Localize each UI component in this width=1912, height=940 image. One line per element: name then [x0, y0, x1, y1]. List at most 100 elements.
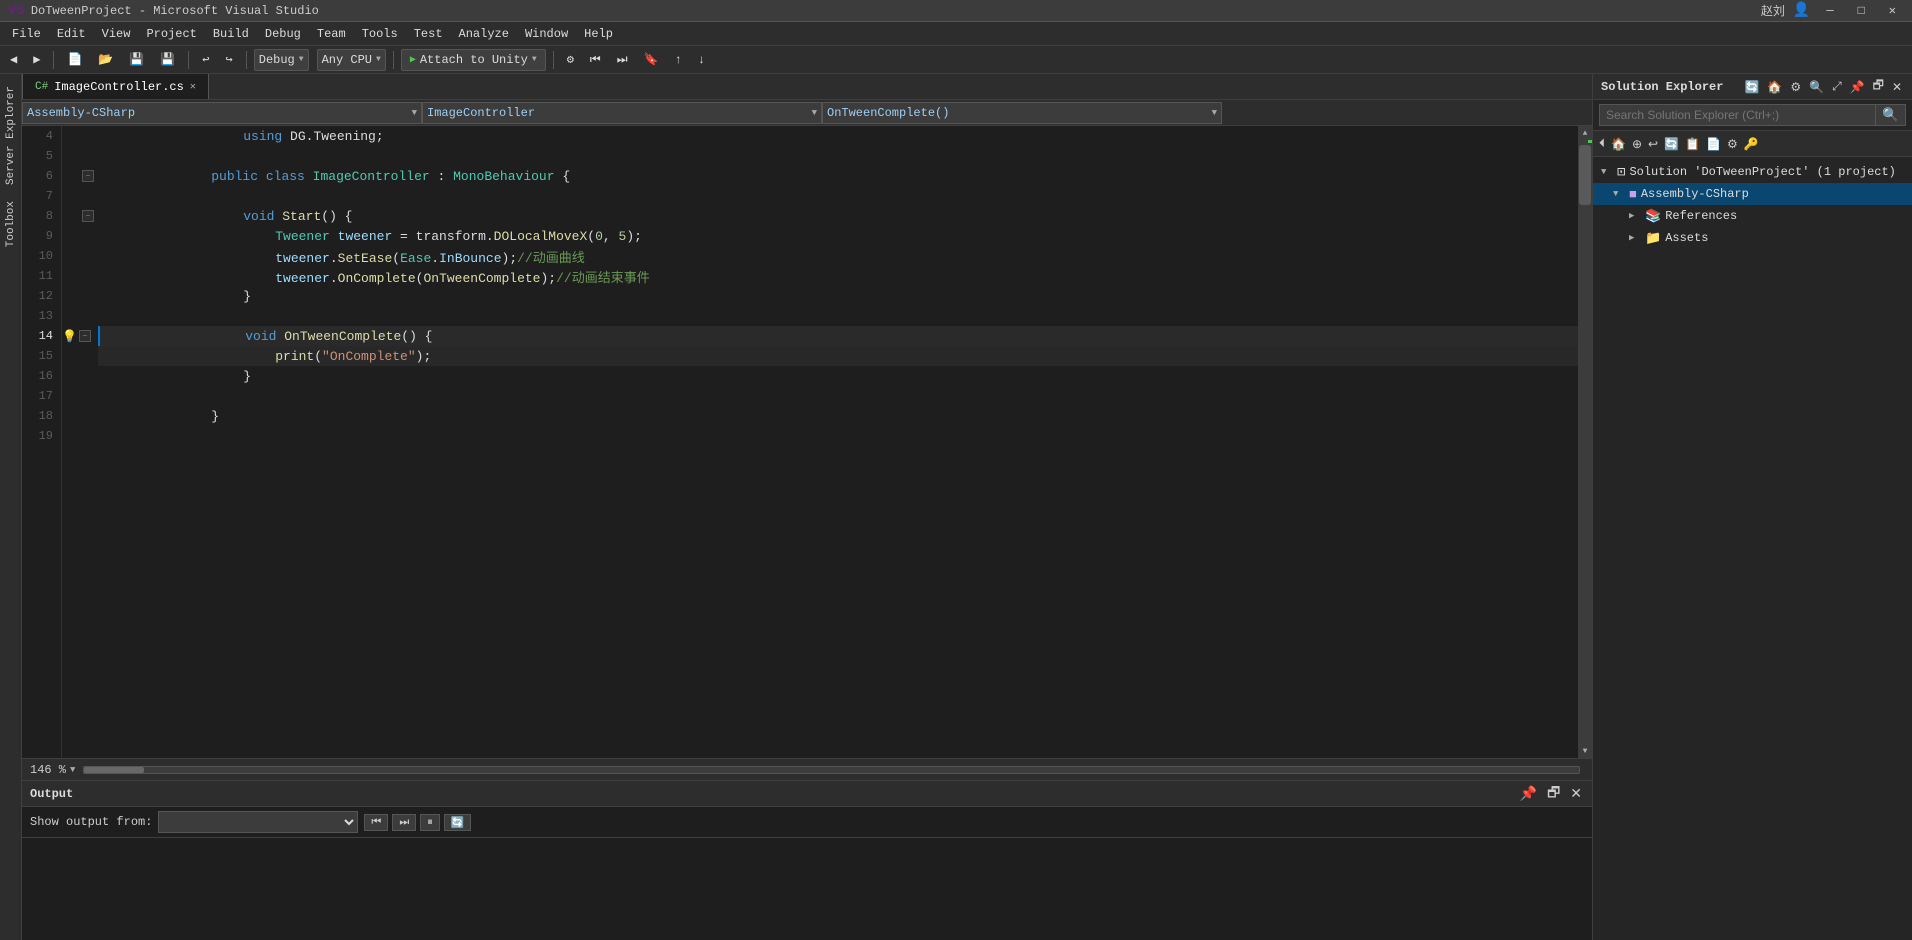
se-pin-btn[interactable]: 📌 — [1848, 74, 1867, 99]
ln-19: 19 — [26, 426, 53, 446]
code-editor[interactable]: 4 5 6 7 8 9 10 11 12 13 14 15 16 17 18 1… — [22, 126, 1592, 758]
se-icon-filter[interactable]: 🔍 — [1807, 74, 1826, 99]
menu-window[interactable]: Window — [517, 25, 576, 43]
vertical-scrollbar[interactable]: ▲ ▼ — [1578, 126, 1592, 758]
se-close-btn[interactable]: ✕ — [1890, 74, 1904, 99]
code-line-18: } — [98, 406, 1578, 426]
collapse-gutter: − − 💡 − — [62, 126, 98, 758]
menu-view[interactable]: View — [94, 25, 139, 43]
se-assets-item[interactable]: ▶ 📁 Assets — [1593, 227, 1912, 249]
collapse-btn-14[interactable]: − — [79, 330, 91, 342]
menu-analyze[interactable]: Analyze — [451, 25, 517, 43]
se-search-button[interactable]: 🔍 — [1876, 104, 1906, 126]
open-btn[interactable]: 📂 — [92, 50, 119, 69]
forward-btn[interactable]: ▶ — [27, 50, 46, 69]
output-float-btn[interactable]: 🗗 — [1545, 780, 1562, 808]
toolbar-nav5[interactable]: ↓ — [692, 51, 711, 69]
zoom-dropdown-icon[interactable]: ▼ — [70, 765, 75, 775]
se-icon-refresh[interactable]: 🔄 — [1742, 74, 1761, 99]
zoom-level: 146 % — [30, 763, 66, 777]
scroll-up-btn[interactable]: ▲ — [1578, 126, 1592, 140]
se-float-btn[interactable]: 🗗 — [1871, 74, 1886, 99]
se-icon-settings[interactable]: ⚙ — [1788, 74, 1803, 99]
namespace-dropdown[interactable]: Assembly-CSharp ▼ — [22, 102, 422, 124]
se-toolbar-btn6[interactable]: 📋 — [1683, 135, 1702, 153]
menu-team[interactable]: Team — [309, 25, 354, 43]
se-project-item[interactable]: ▼ ■ Assembly-CSharp — [1593, 183, 1912, 205]
save-btn[interactable]: 💾 — [123, 50, 150, 69]
se-toolbar-btn3[interactable]: ⊕ — [1630, 135, 1644, 153]
namespace-label: Assembly-CSharp — [27, 106, 135, 120]
back-btn[interactable]: ◀ — [4, 50, 23, 69]
code-line-16: } — [98, 366, 1578, 386]
menu-build[interactable]: Build — [205, 25, 257, 43]
gutter-14[interactable]: 💡 − — [62, 326, 98, 346]
sign-in-icon[interactable]: 👤 — [1793, 2, 1810, 19]
code-scroll-area[interactable]: using DG.Tweening; public class ImageCon… — [98, 126, 1578, 758]
tab-close-btn[interactable]: ✕ — [190, 81, 196, 93]
gutter-8[interactable]: − — [62, 206, 98, 226]
scroll-indicator-bar[interactable] — [83, 766, 1580, 774]
se-icon-home[interactable]: 🏠 — [1765, 74, 1784, 99]
output-btn-3[interactable]: ⏸ — [420, 814, 440, 831]
attach-to-unity-button[interactable]: ▶ Attach to Unity ▼ — [401, 49, 546, 71]
config-dropdown[interactable]: Debug ▼ — [254, 49, 309, 71]
menu-edit[interactable]: Edit — [49, 25, 94, 43]
h-scrollbar-thumb[interactable] — [84, 767, 144, 773]
scroll-down-btn[interactable]: ▼ — [1578, 744, 1592, 758]
minimize-icon[interactable]: ─ — [1818, 4, 1841, 18]
gutter-6[interactable]: − — [62, 166, 98, 186]
platform-dropdown[interactable]: Any CPU ▼ — [317, 49, 386, 71]
close-icon[interactable]: ✕ — [1881, 3, 1904, 18]
se-toolbar-btn7[interactable]: 📄 — [1704, 135, 1723, 153]
output-btn-1[interactable]: ⏮ — [364, 814, 388, 831]
lightbulb-icon[interactable]: 💡 — [62, 329, 77, 344]
toolbar-extras[interactable]: ⚙ — [561, 50, 580, 69]
play-icon: ▶ — [410, 54, 416, 66]
output-content — [22, 838, 1592, 940]
toolbar-nav4[interactable]: ↑ — [669, 51, 688, 69]
se-toolbar-btn8[interactable]: ⚙ — [1725, 135, 1740, 153]
se-toolbar-btn4[interactable]: ↩ — [1646, 135, 1660, 153]
toolbar-nav2[interactable]: ⏭ — [611, 51, 634, 69]
collapse-btn-8[interactable]: − — [82, 210, 94, 222]
tab-imagecontroller[interactable]: C# ImageController.cs ✕ — [22, 74, 209, 99]
menu-tools[interactable]: Tools — [354, 25, 406, 43]
menu-debug[interactable]: Debug — [257, 25, 309, 43]
output-source-select[interactable] — [158, 811, 358, 833]
se-references-item[interactable]: ▶ 📚 References — [1593, 205, 1912, 227]
menu-file[interactable]: File — [4, 25, 49, 43]
redo-btn[interactable]: ↪ — [220, 50, 239, 69]
solution-label: Solution 'DoTweenProject' (1 project) — [1629, 165, 1895, 179]
output-toolbar: Show output from: ⏮ ⏭ ⏸ 🔄 — [22, 807, 1592, 838]
menu-test[interactable]: Test — [406, 25, 451, 43]
se-icon-expand[interactable]: ⤢ — [1830, 74, 1844, 99]
se-toolbar-btn9[interactable]: 🔑 — [1742, 135, 1761, 153]
output-pin-btn[interactable]: 📌 — [1518, 783, 1539, 804]
save-all-btn[interactable]: 💾 — [154, 50, 181, 69]
scrollbar-thumb[interactable] — [1579, 145, 1591, 205]
toolbox-tab[interactable]: Toolbox — [3, 193, 19, 255]
output-btn-2[interactable]: ⏭ — [392, 814, 416, 831]
se-toolbar-btn2[interactable]: 🏠 — [1609, 135, 1628, 153]
undo-btn[interactable]: ↩ — [196, 50, 215, 69]
method-dropdown[interactable]: OnTweenComplete() ▼ — [822, 102, 1222, 124]
toolbar-nav1[interactable]: ⏮ — [584, 51, 607, 69]
new-project-btn[interactable]: 📄 — [61, 50, 88, 69]
menu-project[interactable]: Project — [138, 25, 204, 43]
output-btn-4[interactable]: 🔄 — [444, 814, 472, 831]
class-dropdown[interactable]: ImageController ▼ — [422, 102, 822, 124]
collapse-btn-6[interactable]: − — [82, 170, 94, 182]
gutter-12 — [62, 286, 98, 306]
se-toolbar-btn1[interactable]: ⏴ — [1597, 134, 1607, 153]
maximize-icon[interactable]: □ — [1850, 4, 1873, 18]
gutter-18 — [62, 406, 98, 426]
se-toolbar-btn5[interactable]: 🔄 — [1662, 135, 1681, 153]
output-close-btn[interactable]: ✕ — [1568, 783, 1584, 804]
se-search-input[interactable] — [1599, 104, 1876, 126]
toolbar-sep-3 — [246, 51, 247, 69]
se-solution-item[interactable]: ▼ ⊡ Solution 'DoTweenProject' (1 project… — [1593, 161, 1912, 183]
toolbar-nav3[interactable]: 🔖 — [638, 50, 665, 69]
menu-help[interactable]: Help — [576, 25, 621, 43]
server-explorer-tab[interactable]: Server Explorer — [3, 78, 19, 193]
